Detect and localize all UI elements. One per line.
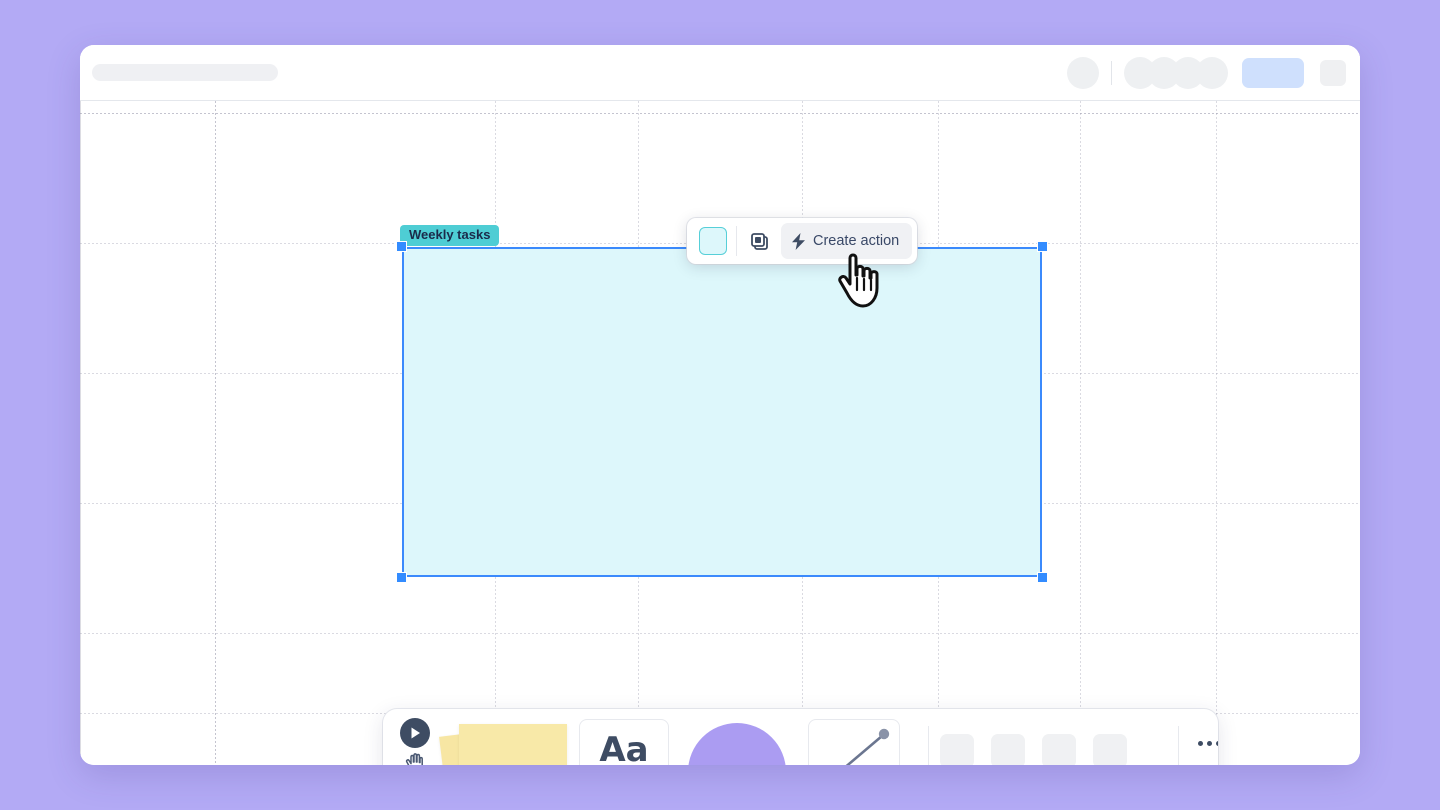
placeholder-tool[interactable] [940, 734, 974, 765]
share-button[interactable] [1242, 57, 1304, 88]
text-tool[interactable]: Aa [579, 719, 669, 765]
top-bar-right-group [1067, 56, 1346, 89]
placeholder-tool-group [940, 734, 1127, 765]
grid-line-vertical [1080, 45, 1081, 765]
resize-handle-bottom-right[interactable] [1037, 572, 1048, 583]
top-bar-divider [1111, 60, 1112, 85]
app-window: Weekly tasks Create action Aa [80, 45, 1360, 765]
hand-icon [405, 753, 423, 765]
more-options-button[interactable] [1198, 741, 1218, 746]
more-dot [1198, 741, 1203, 746]
create-action-label: Create action [813, 233, 900, 249]
placeholder-tool[interactable] [1042, 734, 1076, 765]
circle-shape-icon [688, 723, 786, 765]
cursor-arrow-glyph [411, 727, 420, 739]
cursor-select-tool[interactable] [398, 718, 432, 765]
more-dot [1216, 741, 1218, 746]
frame-title-badge[interactable]: Weekly tasks [400, 225, 500, 246]
create-action-button[interactable]: Create action [781, 223, 913, 259]
grid-line-horizontal [80, 633, 1360, 634]
placeholder-tool[interactable] [991, 734, 1025, 765]
sticky-note-tool[interactable] [439, 721, 567, 765]
resize-handle-bottom-left[interactable] [396, 572, 407, 583]
selected-frame[interactable]: Weekly tasks [396, 225, 1048, 583]
pan-hand-tool[interactable] [398, 751, 432, 765]
cursor-arrow-icon[interactable] [400, 718, 430, 748]
frame-body[interactable] [402, 247, 1042, 577]
grid-line-horizontal [80, 113, 1360, 114]
line-tool[interactable] [808, 719, 900, 765]
text-tool-label: Aa [599, 733, 648, 766]
placeholder-tool[interactable] [1093, 734, 1127, 765]
more-dot [1207, 741, 1212, 746]
context-toolbar: Create action [687, 218, 918, 264]
lightning-bolt-icon [792, 232, 805, 250]
grid-line-vertical [1216, 45, 1217, 765]
fill-color-swatch-button[interactable] [699, 227, 727, 255]
toolbar-divider [1178, 726, 1179, 765]
shape-tool[interactable] [688, 723, 786, 765]
top-bar-avatar-self[interactable] [1067, 56, 1099, 89]
line-connector-icon [845, 728, 890, 765]
duplicate-button[interactable] [739, 222, 777, 260]
top-bar [80, 45, 1360, 101]
duplicate-icon [750, 232, 768, 250]
top-bar-menu-button[interactable] [1320, 59, 1346, 86]
collaborator-avatar-stack[interactable] [1124, 56, 1228, 89]
grid-line-vertical [215, 45, 216, 765]
sticky-note-front [459, 724, 567, 765]
resize-handle-top-right[interactable] [1037, 241, 1048, 252]
board-title-placeholder [92, 64, 278, 81]
resize-handle-top-left[interactable] [396, 241, 407, 252]
toolbar-divider [928, 726, 929, 765]
context-toolbar-divider [736, 226, 737, 256]
bottom-toolbar: Aa [383, 709, 1218, 765]
avatar[interactable] [1196, 56, 1228, 89]
